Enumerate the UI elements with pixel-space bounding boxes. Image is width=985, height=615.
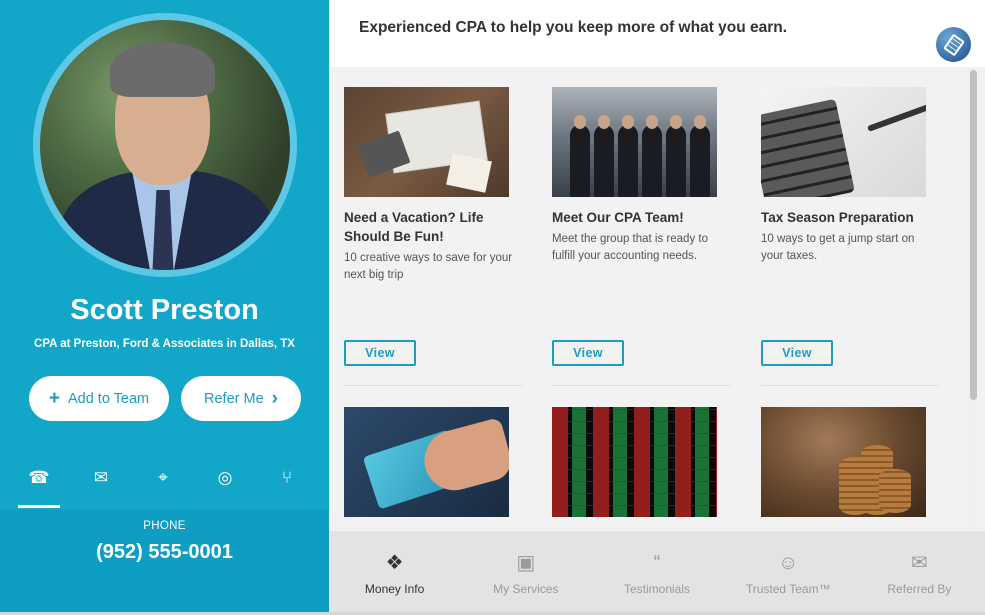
contact-tab-share[interactable]: ⑂ xyxy=(256,462,318,498)
add-to-team-label: Add to Team xyxy=(67,390,150,407)
card-description: 10 creative ways to save for your next b… xyxy=(344,252,513,281)
tags-icon: ❖ xyxy=(385,552,404,574)
quote-icon: “ xyxy=(653,552,661,574)
travel-planning-image[interactable] xyxy=(344,87,509,197)
coin-stacks-image[interactable] xyxy=(761,407,926,517)
scrollbar[interactable] xyxy=(968,68,977,530)
credit-card-image[interactable] xyxy=(344,407,509,517)
users-icon: ☺ xyxy=(778,552,799,574)
scrollbar-thumb[interactable] xyxy=(970,70,977,400)
nav-label: Money Info xyxy=(364,582,425,596)
avatar-frame xyxy=(33,13,297,277)
profile-name: Scott Preston xyxy=(70,294,259,326)
contact-tab-website[interactable]: ◎ xyxy=(194,462,256,498)
card-title[interactable]: Meet Our CPA Team! xyxy=(552,208,730,227)
contact-tab-email[interactable]: ✉ xyxy=(70,462,132,498)
profile-title: CPA at Preston, Ford & Associates in Dal… xyxy=(34,338,295,350)
chevron-right-icon: › xyxy=(271,388,278,409)
contact-info: PHONE (952) 555-0001 xyxy=(0,510,329,612)
bottom-nav: ❖ Money Info ▣ My Services “ Testimonials ☺ Tru… xyxy=(329,531,985,612)
nav-item-quote[interactable]: “ Testimonials xyxy=(591,531,722,612)
content-panel: Experienced CPA to help you keep more of… xyxy=(329,0,985,612)
tagline: Experienced CPA to help you keep more of… xyxy=(359,19,788,36)
divider xyxy=(552,385,730,386)
profile-panel: Scott Preston CPA at Preston, Ford & Ass… xyxy=(0,0,329,612)
nav-label: Testimonials xyxy=(623,582,691,596)
card-description: Meet the group that is ready to fulfill … xyxy=(552,233,708,262)
nav-item-tags[interactable]: ❖ Money Info xyxy=(329,531,460,612)
article-card xyxy=(552,407,730,517)
article-card: Need a Vacation? Life Should Be Fun! 10 … xyxy=(344,87,522,284)
divider xyxy=(344,385,522,386)
contact-tab-location[interactable]: ⌖ xyxy=(132,462,194,498)
card-description: 10 ways to get a jump start on your taxe… xyxy=(761,233,915,262)
nav-label: Referred By xyxy=(887,582,952,596)
view-button[interactable]: View xyxy=(552,340,624,366)
article-card: Tax Season Preparation 10 ways to get a … xyxy=(761,87,939,265)
contact-label: PHONE xyxy=(143,520,186,532)
plus-icon: + xyxy=(48,388,60,409)
contact-tabs: ☎ ✉ ⌖ ◎ ⑂ xyxy=(0,462,329,508)
calculator-icon[interactable] xyxy=(936,27,971,62)
phone-icon: ☎ xyxy=(28,468,50,487)
avatar xyxy=(40,20,290,270)
view-button[interactable]: View xyxy=(761,340,833,366)
stock-board-image[interactable] xyxy=(552,407,717,517)
card-title[interactable]: Tax Season Preparation xyxy=(761,208,939,227)
calculator-pen-image[interactable] xyxy=(761,87,926,197)
briefcase-icon: ▣ xyxy=(516,552,536,574)
refer-me-label: Refer Me xyxy=(204,390,264,407)
team-photo-image[interactable] xyxy=(552,87,717,197)
nav-item-briefcase[interactable]: ▣ My Services xyxy=(460,531,591,612)
refer-me-button[interactable]: Refer Me › xyxy=(181,376,301,421)
add-to-team-button[interactable]: + Add to Team xyxy=(29,376,169,421)
divider xyxy=(761,385,939,386)
globe-icon: ◎ xyxy=(217,468,233,487)
view-button[interactable]: View xyxy=(344,340,416,366)
phone-number[interactable]: (952) 555-0001 xyxy=(0,541,329,564)
map-pin-icon: ⌖ xyxy=(158,468,168,487)
contact-tab-phone[interactable]: ☎ xyxy=(8,462,70,508)
nav-item-chat[interactable]: ✉ Referred By xyxy=(854,531,985,612)
nav-label: My Services xyxy=(493,582,559,596)
envelope-icon: ✉ xyxy=(93,468,109,487)
nav-label: Trusted Team™ xyxy=(745,582,831,596)
chat-icon: ✉ xyxy=(911,552,928,574)
nav-item-users[interactable]: ☺ Trusted Team™ xyxy=(723,531,854,612)
article-card xyxy=(344,407,522,517)
card-title[interactable]: Need a Vacation? Life Should Be Fun! xyxy=(344,208,522,246)
header: Experienced CPA to help you keep more of… xyxy=(329,0,985,67)
share-icon: ⑂ xyxy=(281,468,293,487)
article-card: Meet Our CPA Team! Meet the group that i… xyxy=(552,87,730,265)
article-card xyxy=(761,407,939,517)
